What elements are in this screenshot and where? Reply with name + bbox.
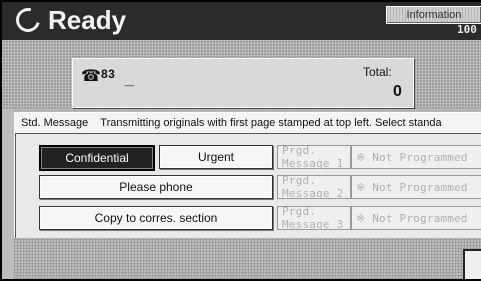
prog-label: Prgd. Message 3 [282,205,344,231]
button-label: Urgent [197,150,235,164]
phone-icon: ☎ [81,68,101,85]
left-margin [2,110,14,279]
input-cursor: _ [125,71,134,88]
programmed-message-1-status: ※ Not Programmed [351,145,481,169]
button-label: Confidential [65,151,129,165]
confidential-button[interactable]: Confidential [39,145,155,171]
dialog-header: Std. Message Transmitting originals with… [15,113,481,134]
bottom-area [14,238,481,279]
please-phone-button[interactable]: Please phone [39,175,273,199]
status-area: Ready [11,3,127,37]
destination-strip: ☎ 83 _ Total: 0 [2,40,481,110]
programmed-message-3-status: ※ Not Programmed [351,206,481,230]
button-label: Copy to corres. section [94,211,218,225]
ok-button-partial[interactable] [463,249,481,279]
dialog-title: Std. Message [21,117,89,129]
fax-screen: Ready Information 100 ☎ 83 _ Total: 0 St… [2,2,481,279]
programmed-message-2-button[interactable]: Prgd. Message 2 [277,174,351,200]
total-value: 0 [393,83,402,100]
urgent-button[interactable]: Urgent [159,145,273,169]
programmed-message-2-status: ※ Not Programmed [351,175,481,199]
copy-to-corres-button[interactable]: Copy to corres. section [39,206,273,230]
prog-label: Prgd. Message 1 [282,144,344,170]
memory-percent: 100 [457,23,477,36]
prog-label: Prgd. Message 2 [282,174,344,200]
status-bar: Ready Information 100 [2,2,481,40]
status-title: Ready [48,4,127,35]
prog-value: ※ Not Programmed [356,211,468,225]
programmed-message-1-button[interactable]: Prgd. Message 1 [277,144,351,170]
destination-panel: ☎ 83 _ Total: 0 [72,58,414,108]
programmed-message-3-button[interactable]: Prgd. Message 3 [277,205,351,231]
refresh-icon [11,3,45,37]
information-button[interactable]: Information [386,6,481,24]
destination-number: 83 [101,67,116,81]
total-label: Total: [363,65,392,79]
dialog-description: Transmitting originals with first page s… [100,117,442,129]
button-label: Please phone [119,180,193,194]
prog-value: ※ Not Programmed [356,180,468,194]
prog-value: ※ Not Programmed [356,150,468,164]
